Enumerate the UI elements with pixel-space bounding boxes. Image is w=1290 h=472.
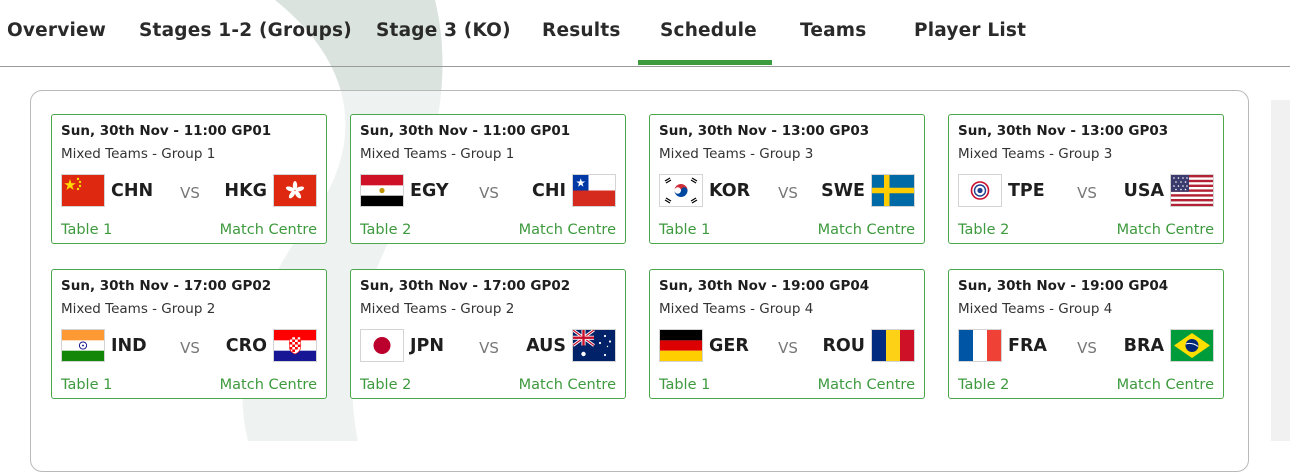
tab-stage-3-ko[interactable]: Stage 3 (KO)	[376, 20, 511, 41]
match-datetime: Sun, 30th Nov - 17:00 GP02	[360, 278, 571, 294]
romania-flag-icon	[871, 329, 915, 362]
match-card[interactable]: Sun, 30th Nov - 17:00 GP02 Mixed Teams -…	[51, 269, 327, 399]
tab-results[interactable]: Results	[542, 20, 621, 41]
away-team-code: CRO	[225, 336, 267, 356]
tab-teams[interactable]: Teams	[800, 20, 866, 41]
sweden-flag-icon	[871, 174, 915, 207]
match-card[interactable]: Sun, 30th Nov - 13:00 GP03 Mixed Teams -…	[948, 114, 1224, 244]
match-datetime: Sun, 30th Nov - 13:00 GP03	[659, 123, 870, 139]
tab-schedule[interactable]: Schedule	[660, 20, 757, 41]
match-centre-link[interactable]: Match Centre	[220, 222, 317, 238]
match-group: Mixed Teams - Group 4	[659, 301, 814, 317]
match-datetime: Sun, 30th Nov - 11:00 GP01	[61, 123, 272, 139]
away-team-code: CHI	[531, 181, 566, 201]
match-card[interactable]: Sun, 30th Nov - 19:00 GP04 Mixed Teams -…	[649, 269, 925, 399]
away-team-code: AUS	[526, 336, 566, 356]
match-card[interactable]: Sun, 30th Nov - 19:00 GP04 Mixed Teams -…	[948, 269, 1224, 399]
match-centre-link[interactable]: Match Centre	[818, 222, 915, 238]
match-card[interactable]: Sun, 30th Nov - 13:00 GP03 Mixed Teams -…	[649, 114, 925, 244]
match-centre-link[interactable]: Match Centre	[519, 222, 616, 238]
table-link[interactable]: Table 2	[360, 377, 411, 393]
table-link[interactable]: Table 1	[659, 222, 710, 238]
match-centre-link[interactable]: Match Centre	[1117, 222, 1214, 238]
scrollbar-track[interactable]	[1271, 100, 1290, 441]
match-centre-link[interactable]: Match Centre	[519, 377, 616, 393]
table-link[interactable]: Table 2	[360, 222, 411, 238]
match-group: Mixed Teams - Group 1	[61, 146, 216, 162]
brazil-flag-icon	[1170, 329, 1214, 362]
table-link[interactable]: Table 2	[958, 377, 1009, 393]
match-card[interactable]: Sun, 30th Nov - 17:00 GP02 Mixed Teams -…	[350, 269, 626, 399]
table-link[interactable]: Table 1	[61, 222, 112, 238]
australia-flag-icon	[572, 329, 616, 362]
match-card[interactable]: Sun, 30th Nov - 11:00 GP01 Mixed Teams -…	[51, 114, 327, 244]
match-group: Mixed Teams - Group 3	[659, 146, 814, 162]
chile-flag-icon	[572, 174, 616, 207]
match-centre-link[interactable]: Match Centre	[1117, 377, 1214, 393]
away-team-code: USA	[1123, 181, 1164, 201]
match-group: Mixed Teams - Group 2	[61, 301, 216, 317]
match-datetime: Sun, 30th Nov - 17:00 GP02	[61, 278, 272, 294]
match-datetime: Sun, 30th Nov - 19:00 GP04	[659, 278, 870, 294]
match-card[interactable]: Sun, 30th Nov - 11:00 GP01 Mixed Teams -…	[350, 114, 626, 244]
away-team-code: ROU	[822, 336, 865, 356]
match-datetime: Sun, 30th Nov - 13:00 GP03	[958, 123, 1169, 139]
table-link[interactable]: Table 1	[659, 377, 710, 393]
hong-kong-flag-icon	[273, 174, 317, 207]
tab-player-list[interactable]: Player List	[914, 20, 1026, 41]
match-centre-link[interactable]: Match Centre	[220, 377, 317, 393]
croatia-flag-icon	[273, 329, 317, 362]
active-tab-indicator	[638, 60, 772, 65]
tab-stages-groups[interactable]: Stages 1-2 (Groups)	[139, 20, 352, 41]
tab-bar: Overview Stages 1-2 (Groups) Stage 3 (KO…	[0, 0, 1290, 67]
match-group: Mixed Teams - Group 4	[958, 301, 1113, 317]
table-link[interactable]: Table 2	[958, 222, 1009, 238]
match-group: Mixed Teams - Group 3	[958, 146, 1113, 162]
usa-flag-icon	[1170, 174, 1214, 207]
away-team-code: HKG	[224, 181, 267, 201]
match-group: Mixed Teams - Group 2	[360, 301, 515, 317]
match-datetime: Sun, 30th Nov - 19:00 GP04	[958, 278, 1169, 294]
match-datetime: Sun, 30th Nov - 11:00 GP01	[360, 123, 571, 139]
table-link[interactable]: Table 1	[61, 377, 112, 393]
away-team-code: SWE	[821, 181, 865, 201]
tab-overview[interactable]: Overview	[7, 20, 106, 41]
match-centre-link[interactable]: Match Centre	[818, 377, 915, 393]
away-team-code: BRA	[1123, 336, 1164, 356]
match-group: Mixed Teams - Group 1	[360, 146, 515, 162]
